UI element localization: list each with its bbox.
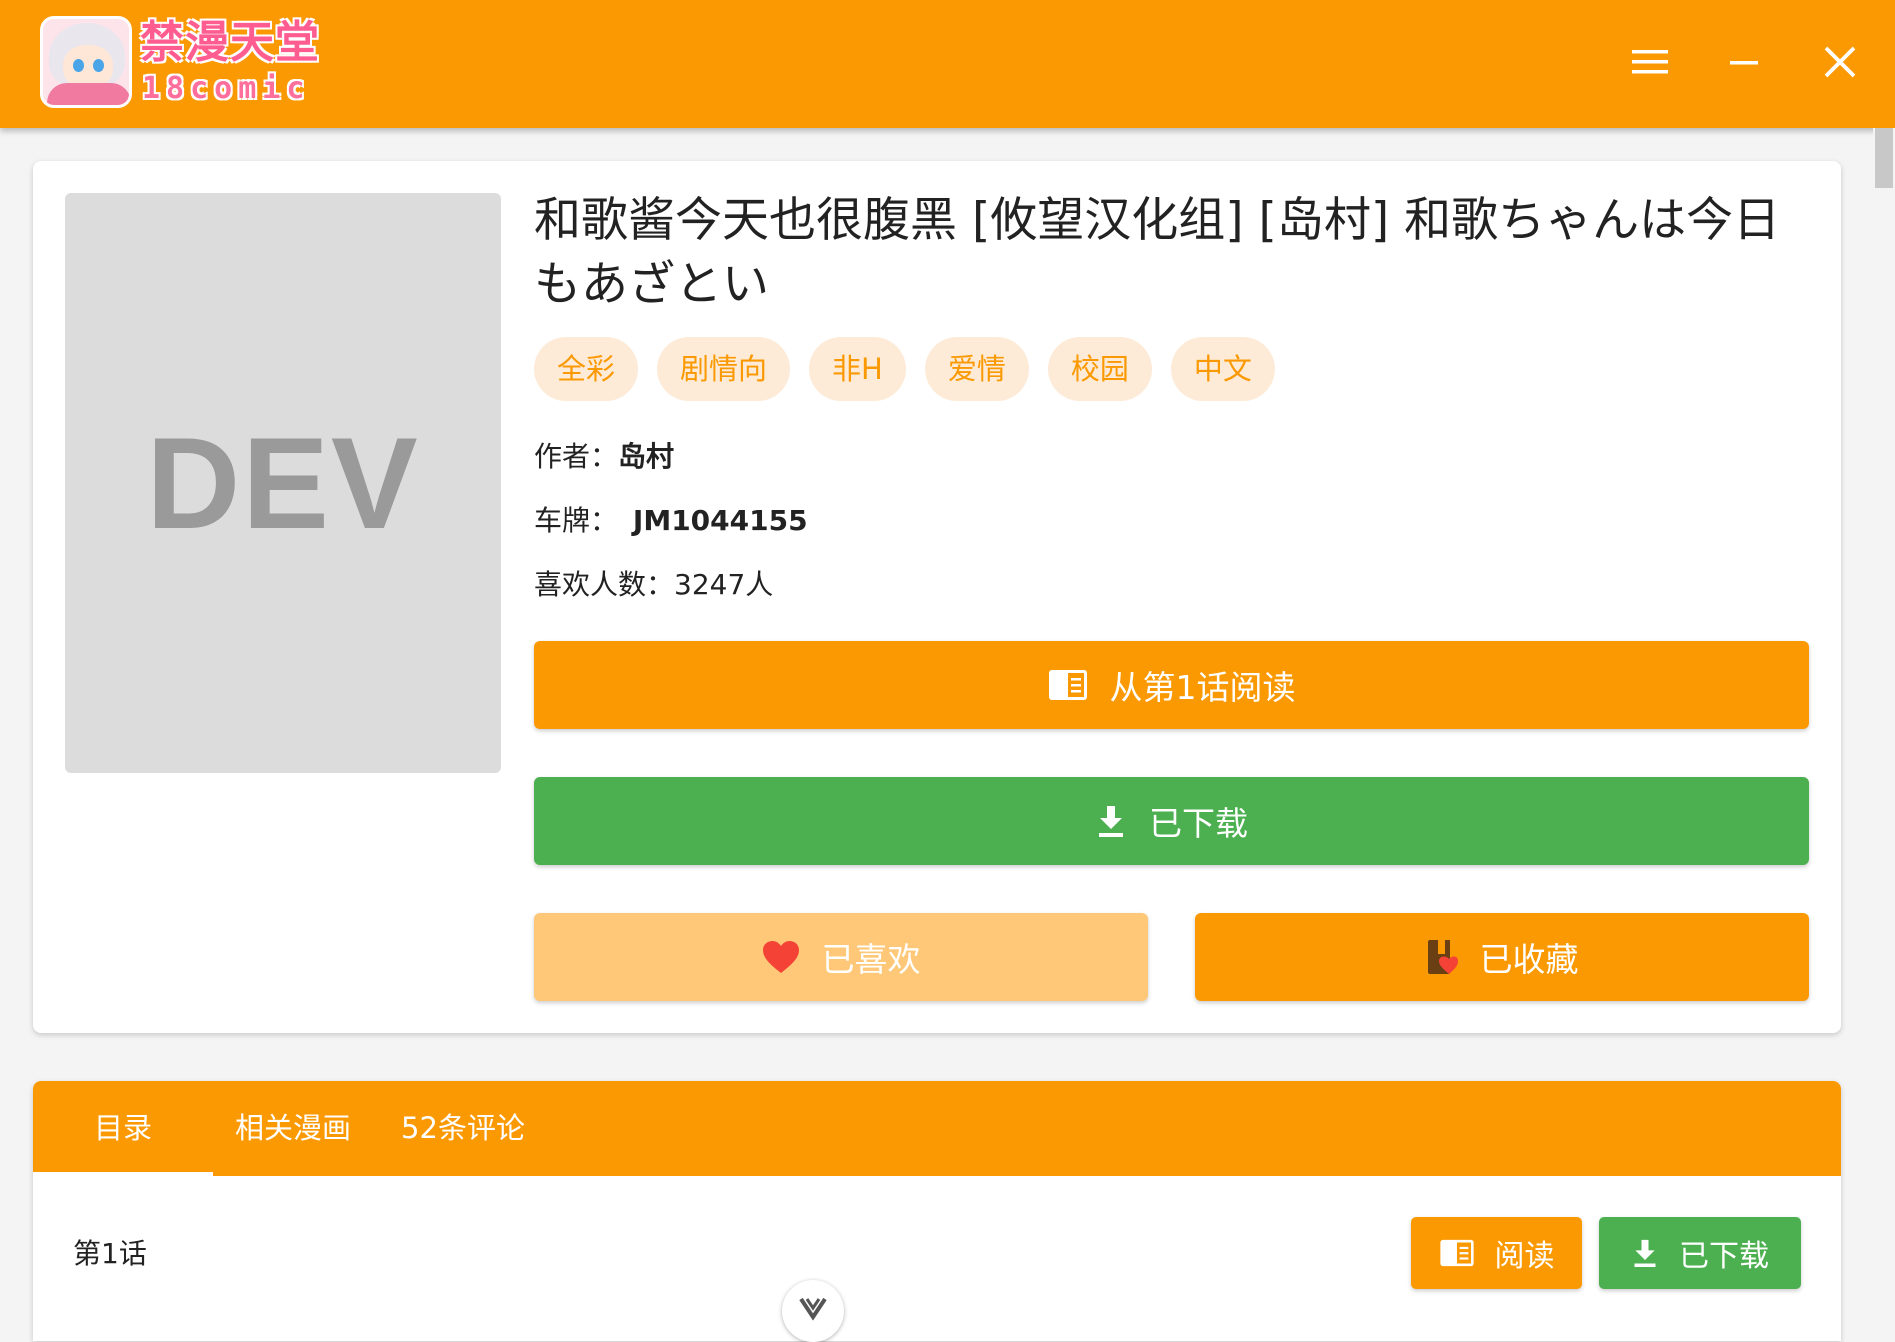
- tabs-panel: 目录 相关漫画 52条评论 第1话 阅读 已下载: [33, 1081, 1841, 1341]
- author-row: 作者：岛村: [534, 438, 674, 476]
- tag-list: 全彩 剧情向 非H 爱情 校园 中文: [534, 337, 1275, 401]
- tab-comments[interactable]: 52条评论: [373, 1081, 553, 1176]
- logo-title: 禁漫天堂: [140, 17, 320, 68]
- liked-button[interactable]: 已喜欢: [534, 913, 1148, 1001]
- book-open-icon: [1439, 1239, 1474, 1267]
- likes-count: 喜欢人数：3247人: [534, 568, 774, 601]
- tab-related-comics[interactable]: 相关漫画: [213, 1081, 373, 1176]
- author-label: 作者：: [534, 440, 619, 473]
- bookmark-heart-icon: [1427, 940, 1458, 974]
- download-icon: [1099, 806, 1123, 837]
- minimize-button[interactable]: [1722, 40, 1766, 84]
- chapter-download-label: 已下载: [1679, 1239, 1769, 1274]
- chapter-title: 第1话: [73, 1237, 147, 1270]
- plate-row: 车牌： JM1044155: [534, 502, 808, 540]
- tab-contents[interactable]: 目录: [33, 1081, 213, 1176]
- downloaded-button[interactable]: 已下载: [534, 777, 1809, 865]
- close-icon: [1824, 46, 1856, 78]
- title-bar: 禁漫天堂 18comic: [0, 0, 1895, 128]
- plate-number: JM1044155: [632, 504, 808, 537]
- downloaded-label: 已下载: [1149, 804, 1248, 843]
- chapter-download-button[interactable]: 已下载: [1599, 1217, 1801, 1289]
- favorited-label: 已收藏: [1479, 940, 1579, 979]
- comic-title: 和歌酱今天也很腹黑 [攸望汉化组] [岛村] 和歌ちゃんは今日もあざとい: [534, 193, 1781, 312]
- favorited-button[interactable]: 已收藏: [1195, 913, 1809, 1001]
- read-from-first-button[interactable]: 从第1话阅读: [534, 641, 1809, 729]
- comic-detail-card: DEV 和歌酱今天也很腹黑 [攸望汉化组] [岛村] 和歌ちゃんは今日もあざとい…: [33, 161, 1841, 1033]
- logo-subtitle: 18comic: [142, 71, 311, 106]
- chevron-down-icon: [799, 1297, 827, 1321]
- author-name[interactable]: 岛村: [618, 440, 674, 473]
- active-tab-indicator: [33, 1172, 213, 1176]
- tag-chip[interactable]: 中文: [1170, 337, 1275, 401]
- menu-button[interactable]: [1628, 40, 1672, 84]
- scrollbar[interactable]: [1873, 128, 1895, 1327]
- scrollbar-thumb[interactable]: [1875, 128, 1893, 188]
- download-icon: [1634, 1239, 1656, 1267]
- tag-chip[interactable]: 全彩: [534, 337, 639, 401]
- tag-chip[interactable]: 爱情: [924, 337, 1029, 401]
- read-from-first-label: 从第1话阅读: [1109, 668, 1296, 707]
- chapter-read-label: 阅读: [1494, 1239, 1555, 1274]
- close-button[interactable]: [1818, 40, 1862, 84]
- tag-chip[interactable]: 校园: [1047, 337, 1152, 401]
- chapter-read-button[interactable]: 阅读: [1411, 1217, 1582, 1289]
- cover-placeholder-text: DEV: [146, 410, 420, 556]
- heart-icon: [762, 941, 799, 973]
- cover-image: DEV: [65, 193, 501, 773]
- expand-button[interactable]: [782, 1280, 844, 1342]
- tag-chip[interactable]: 剧情向: [657, 337, 791, 401]
- hamburger-menu-icon: [1632, 50, 1668, 74]
- app-logo: 禁漫天堂 18comic: [40, 16, 340, 112]
- plate-label: 车牌：: [534, 504, 619, 537]
- book-open-icon: [1048, 670, 1087, 700]
- liked-label: 已喜欢: [821, 940, 921, 979]
- tab-bar: 目录 相关漫画 52条评论: [33, 1081, 1841, 1176]
- minimize-icon: [1730, 61, 1758, 65]
- mascot-icon: [40, 16, 132, 108]
- tag-chip[interactable]: 非H: [809, 337, 906, 401]
